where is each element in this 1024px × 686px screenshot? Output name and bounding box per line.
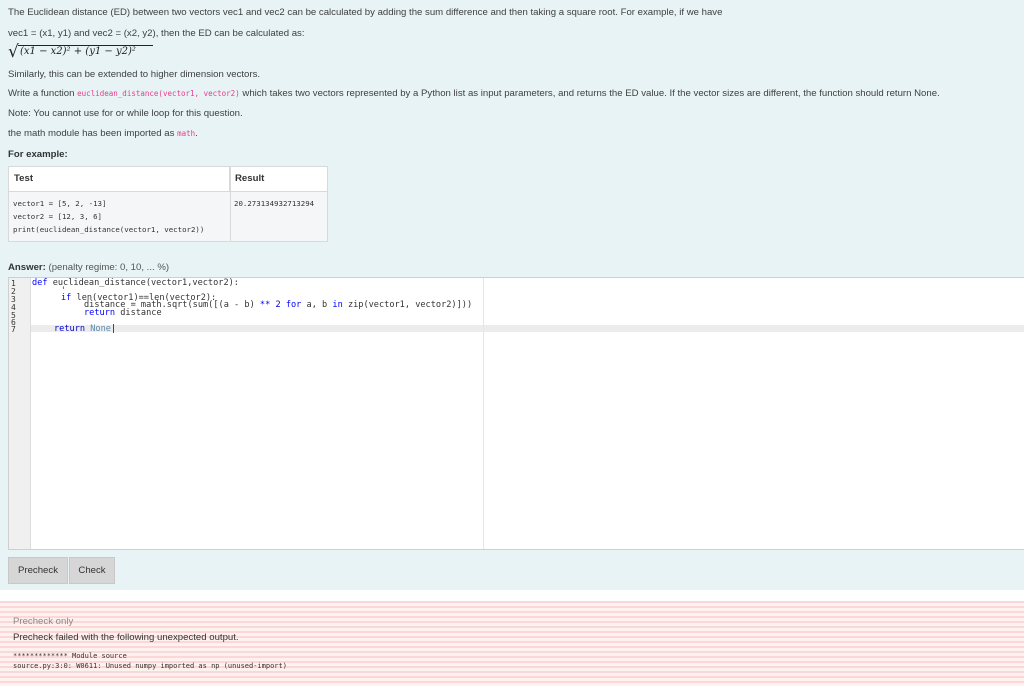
check-button[interactable]: Check — [69, 557, 115, 584]
question-note: Note: You cannot use for or while loop f… — [8, 108, 243, 119]
output-warning-line: source.py:3:0: W0611: Unused numpy impor… — [13, 662, 287, 670]
question-text-line4: Write a function euclidean_distance(vect… — [8, 88, 940, 99]
code-line-5[interactable]: return distance — [84, 308, 162, 318]
example-table: Test Result vector1 = [5, 2, -13] vector… — [8, 166, 328, 242]
table-header-test: Test — [9, 167, 230, 191]
penalty-regime: (penalty regime: 0, 10, ... %) — [48, 262, 170, 273]
test-result: 20.273134932713294 — [234, 199, 315, 208]
question-text-line1: The Euclidean distance (ED) between two … — [8, 7, 723, 18]
function-signature-code: euclidean_distance(vector1, vector2) — [77, 89, 240, 98]
editor-gutter: 1 2 3 4 5 6 7 — [9, 278, 31, 549]
precheck-failed-message: Precheck failed with the following unexp… — [13, 632, 239, 643]
test-code-line: vector1 = [5, 2, -13] — [13, 199, 107, 208]
print-margin — [483, 278, 484, 549]
active-line-highlight — [31, 325, 1024, 332]
output-module-line: ************* Module source — [13, 652, 127, 660]
code-line-7[interactable]: return None| — [54, 324, 116, 334]
precheck-button[interactable]: Precheck — [8, 557, 68, 584]
formula-expression: (x1 − x2)² + (y1 − y2)² — [20, 46, 136, 57]
answer-label: Answer: (penalty regime: 0, 10, ... %) — [8, 262, 170, 273]
question-text-line3: Similarly, this can be extended to highe… — [8, 69, 261, 80]
precheck-only-label: Precheck only — [13, 616, 74, 627]
line-number: 7 — [11, 325, 16, 334]
question-text-line2: vec1 = (x1, y1) and vec2 = (x2, y2), the… — [8, 28, 305, 39]
question-text-line6: the math module has been imported as mat… — [8, 128, 198, 139]
for-example-heading: For example: — [8, 149, 68, 160]
ed-formula: √ (x1 − x2)² + (y1 − y2)² — [8, 42, 168, 62]
table-header-result: Result — [230, 167, 327, 191]
question-panel: The Euclidean distance (ED) between two … — [0, 0, 1024, 590]
math-module-code: math — [177, 129, 196, 138]
precheck-feedback: Precheck only Precheck failed with the f… — [0, 601, 1024, 686]
code-editor[interactable]: 1 2 3 4 5 6 7 def euclidean_distance(vec… — [8, 277, 1024, 550]
test-code-line: vector2 = [12, 3, 6] — [13, 212, 102, 221]
test-code-line: print(euclidean_distance(vector1, vector… — [13, 225, 205, 234]
